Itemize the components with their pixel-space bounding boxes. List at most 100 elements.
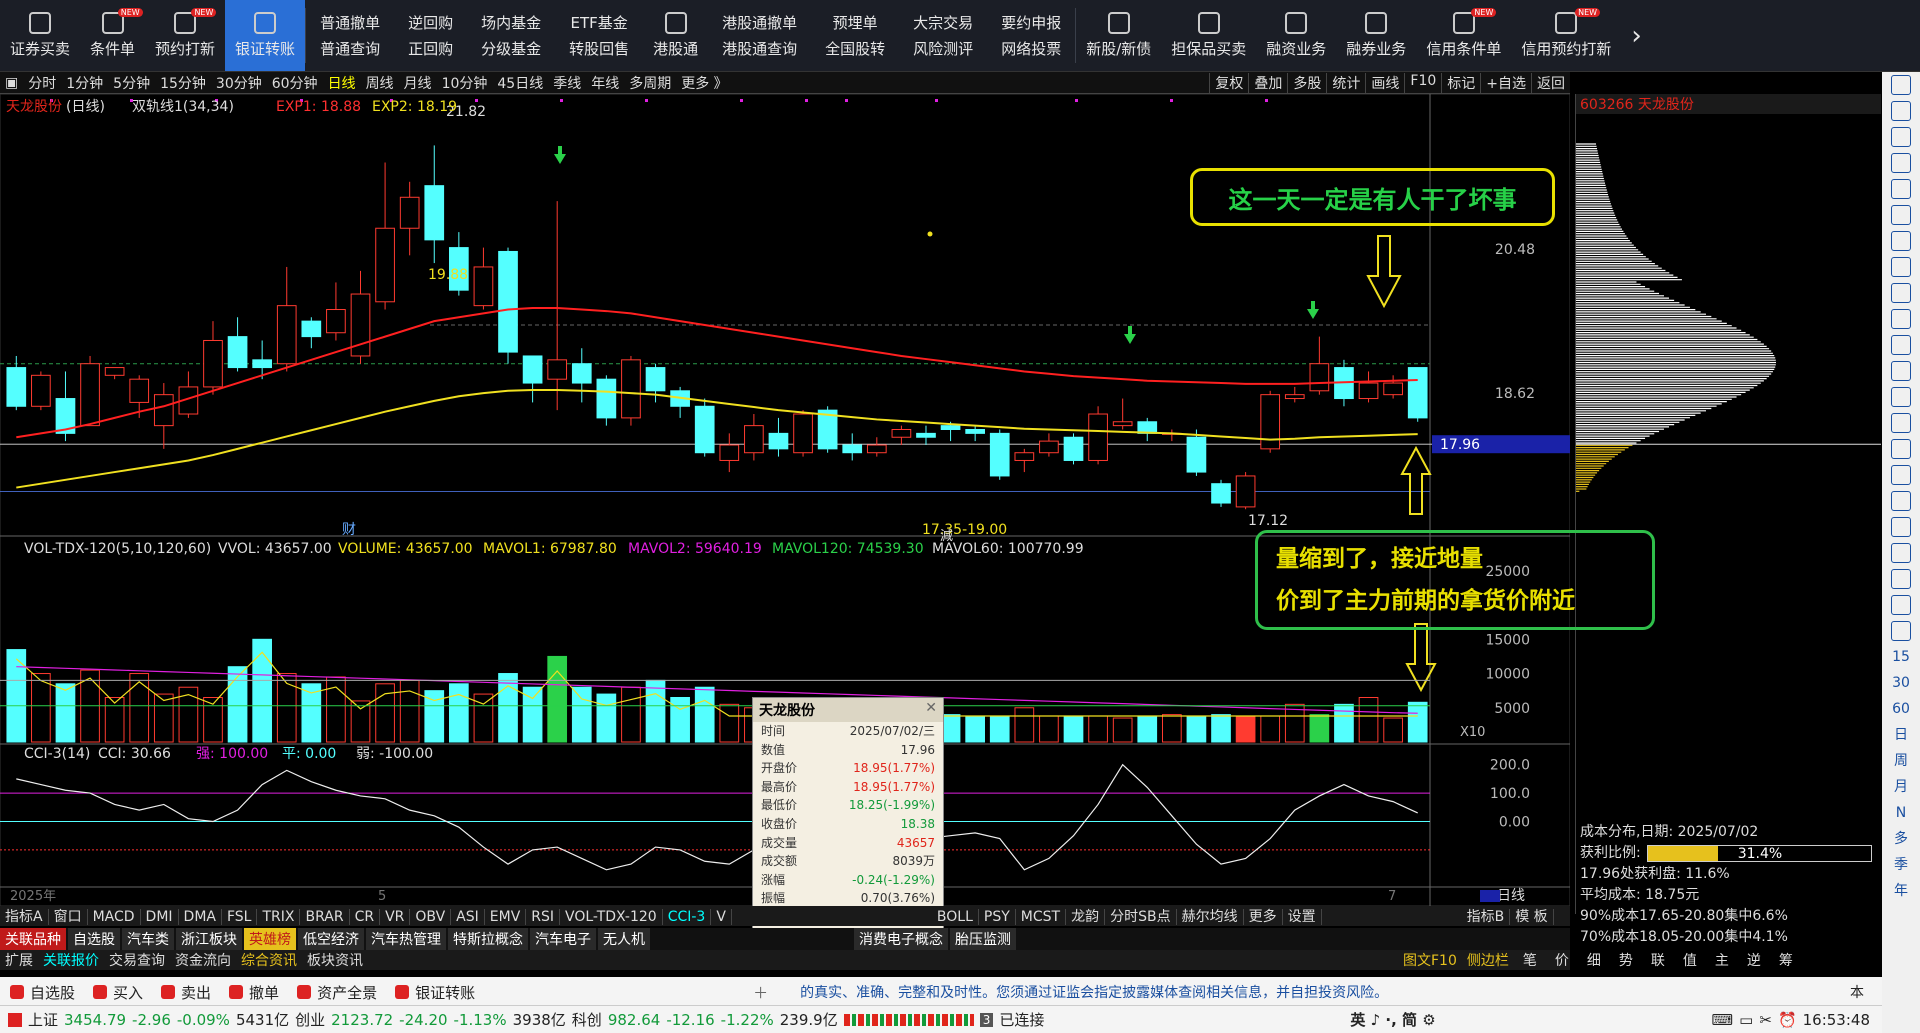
monitor-icon[interactable] [1891, 75, 1911, 95]
candle-body[interactable] [473, 266, 494, 307]
candle-body[interactable] [965, 429, 985, 434]
ext-tab-4[interactable]: 综合资讯 [236, 953, 302, 969]
indicator-tab-7[interactable]: BRAR [300, 909, 350, 925]
candle-body[interactable] [744, 425, 764, 454]
candle-body[interactable] [31, 374, 51, 407]
volume-bar[interactable] [1039, 715, 1059, 743]
toolbar-pair-top[interactable]: 逆回购 [408, 10, 453, 36]
candle-body[interactable] [6, 367, 27, 407]
volume-bar[interactable] [449, 683, 469, 743]
candle-body[interactable] [375, 227, 395, 303]
toolbar-pair-bottom[interactable]: 分级基金 [481, 36, 541, 62]
candle-body[interactable] [498, 250, 518, 353]
indicator-tab-2[interactable]: MACD [87, 909, 141, 925]
candle-body[interactable] [1358, 382, 1379, 400]
list-icon[interactable] [1891, 283, 1911, 303]
candle-body[interactable] [1235, 475, 1256, 508]
volume-bar[interactable] [596, 693, 617, 743]
indicator-tab2-1[interactable]: PSY [978, 909, 1016, 925]
candle-body[interactable] [1309, 363, 1330, 392]
toolbar-pair2-top[interactable]: 要约申报 [1001, 10, 1061, 36]
volume-bar[interactable] [940, 714, 961, 743]
kline-icon[interactable] [1891, 335, 1911, 355]
period-tab-7[interactable]: 周线 [361, 73, 399, 93]
period-tab-1[interactable]: 1分钟 [61, 73, 108, 93]
refresh-icon[interactable] [1891, 621, 1911, 641]
candle-body[interactable] [1383, 382, 1403, 396]
candle-body[interactable] [129, 378, 150, 403]
candle-body[interactable] [227, 336, 248, 369]
candle-body[interactable] [1039, 440, 1059, 454]
volume-bar[interactable] [129, 673, 150, 743]
indicator-tab2-0[interactable]: BOLL [931, 909, 979, 925]
indicator-tab-11[interactable]: ASI [451, 909, 485, 925]
volume-bar[interactable] [1383, 717, 1403, 743]
toolbar-button-0[interactable]: 证券买卖 [0, 0, 80, 71]
volume-bar[interactable] [1235, 715, 1256, 743]
ext-right-1[interactable]: 侧边栏 [1462, 953, 1514, 969]
indicator-tab-3[interactable]: DMI [140, 909, 179, 925]
block-tab-8[interactable]: 汽车电子 [530, 928, 596, 950]
toolbar-pair-2[interactable]: 场内基金 分级基金 [467, 0, 555, 71]
candle-body[interactable] [768, 432, 789, 450]
indicator-tab-14[interactable]: VOL-TDX-120 [560, 909, 663, 925]
candle-body[interactable] [571, 363, 592, 384]
volume-bar[interactable] [1063, 715, 1084, 743]
sidebar-item-1[interactable]: 周 [1894, 748, 1908, 774]
ext-tab-5[interactable]: 板块资讯 [302, 953, 368, 969]
ext-tab-3[interactable]: 资金流向 [170, 953, 236, 969]
tools-icon[interactable]: ✂ [1759, 1011, 1772, 1029]
toolbar-pair-top[interactable]: 普通撤单 [320, 10, 380, 36]
alarm-icon[interactable]: ⏰ [1778, 1011, 1797, 1029]
grid-icon[interactable] [1891, 413, 1911, 433]
indicator-tab-right-1[interactable]: 模 板 [1510, 909, 1554, 925]
sidebar-item-0[interactable]: 日 [1894, 722, 1908, 748]
chart-icon[interactable] [1891, 231, 1911, 251]
toolbar-pair-3[interactable]: ETF基金 转股回售 [555, 0, 643, 71]
candle-body[interactable] [1014, 452, 1035, 461]
block-tab-5[interactable]: 低空经济 [298, 928, 364, 950]
candle-body[interactable] [522, 355, 543, 384]
toolbar-button-3[interactable]: 银证转账 [225, 0, 306, 71]
volume-bar[interactable] [350, 700, 371, 743]
volume-bar[interactable] [1309, 714, 1330, 743]
candle-body[interactable] [940, 425, 961, 431]
down-arrow-icon[interactable] [1891, 127, 1911, 147]
ext-tab-2[interactable]: 交易查询 [104, 953, 170, 969]
period-tab-12[interactable]: 年线 [586, 73, 624, 93]
candle-body[interactable] [326, 309, 346, 334]
f5-icon[interactable] [1891, 595, 1911, 615]
candle-body[interactable] [1186, 436, 1207, 473]
detail-tab-1[interactable]: 价 [1546, 953, 1578, 969]
toolbar-right-button-3[interactable]: 融券业务 [1336, 0, 1416, 71]
indicator-tab-12[interactable]: EMV [484, 909, 527, 925]
ext-tab-0[interactable]: 扩展 [0, 953, 38, 969]
panel-toggle-icon[interactable]: ▣ [0, 75, 23, 91]
candle-body[interactable] [916, 432, 936, 438]
grid-icon[interactable] [1891, 179, 1911, 199]
volume-bar[interactable] [1186, 715, 1207, 743]
candle-body[interactable] [1112, 421, 1133, 427]
f10-icon[interactable] [1891, 309, 1911, 329]
toolbar-pair-0[interactable]: 普通撤单 普通查询 [306, 0, 394, 71]
chart-tool-0[interactable]: 复权 [1209, 72, 1248, 93]
detail-tab-4[interactable]: 联 [1642, 953, 1674, 969]
period-tab-13[interactable]: 多周期 [624, 73, 676, 93]
sidebar-item-5[interactable]: 季 [1894, 852, 1908, 878]
volume-bar[interactable] [6, 649, 27, 743]
volume-bar[interactable] [645, 679, 666, 743]
volume-bar[interactable] [1211, 714, 1231, 743]
period-tab-0[interactable]: 分时 [23, 73, 61, 93]
volume-bar[interactable] [670, 697, 690, 743]
volume-bar[interactable] [694, 686, 715, 743]
volume-bar[interactable] [1334, 703, 1354, 743]
volume-bar[interactable] [252, 638, 272, 743]
toolbar-pair2-bottom[interactable]: 风险测评 [913, 36, 973, 62]
candle-body[interactable] [1063, 436, 1084, 461]
close-icon[interactable]: ✕ [925, 700, 937, 720]
candle-body[interactable] [424, 185, 445, 241]
indicator-tab-1[interactable]: 窗口 [48, 909, 88, 925]
volume-bar[interactable] [719, 703, 740, 743]
toolbar-pair-top[interactable]: 场内基金 [481, 10, 541, 36]
volume-bar[interactable] [104, 697, 125, 743]
